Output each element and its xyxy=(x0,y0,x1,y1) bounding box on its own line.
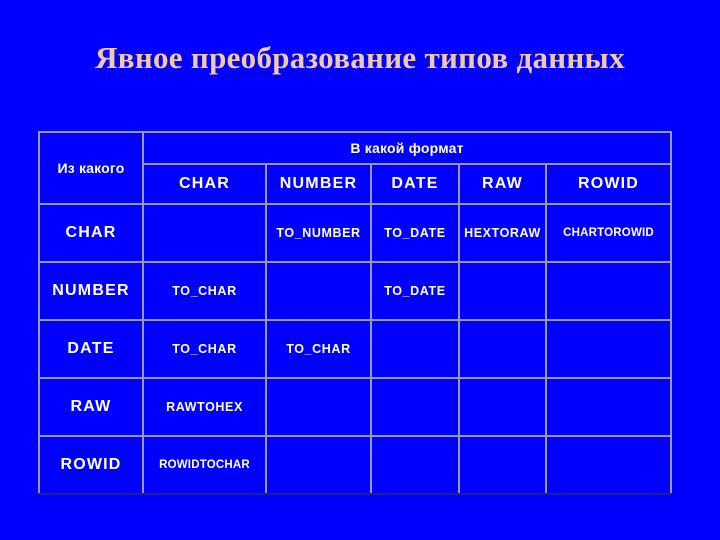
row-header-rowid: ROWID xyxy=(38,435,144,495)
row-header-date: DATE xyxy=(38,319,144,379)
cell-rowid-number xyxy=(265,435,372,495)
table-header-group-row: Из какого В какой формат xyxy=(38,131,673,205)
cell-char-raw: HEXTORAW xyxy=(458,203,547,263)
page-title: Явное преобразование типов данных xyxy=(95,40,625,75)
cell-raw-raw xyxy=(458,377,547,437)
row-header-raw: RAW xyxy=(38,377,144,437)
conversion-table: Из какого В какой формат CHAR NUMBER DAT… xyxy=(38,131,673,495)
cell-number-raw xyxy=(458,261,547,321)
cell-number-rowid xyxy=(544,261,673,321)
conversion-matrix: Из какого В какой формат CHAR NUMBER DAT… xyxy=(38,131,673,495)
cell-rowid-rowid xyxy=(544,435,673,495)
column-header-raw: RAW xyxy=(458,163,547,205)
cell-date-char: TO_CHAR xyxy=(142,319,267,379)
table-row: ROWID ROWIDTOCHAR xyxy=(38,435,673,495)
column-header-rowid: ROWID xyxy=(544,163,673,205)
table-row: RAW RAWTOHEX xyxy=(38,377,673,437)
cell-char-date: TO_DATE xyxy=(370,203,460,263)
cell-number-date: TO_DATE xyxy=(370,261,460,321)
table-row: CHAR TO_NUMBER TO_DATE HEXTORAW CHARTORO… xyxy=(38,203,673,263)
cell-date-number: TO_CHAR xyxy=(265,319,372,379)
row-header-number: NUMBER xyxy=(38,261,144,321)
cell-raw-char: RAWTOHEX xyxy=(142,377,267,437)
cell-char-char xyxy=(142,203,267,263)
row-header-char: CHAR xyxy=(38,203,144,263)
column-header-date: DATE xyxy=(370,163,460,205)
cell-char-number: TO_NUMBER xyxy=(265,203,372,263)
cell-raw-rowid xyxy=(544,377,673,437)
table-row: DATE TO_CHAR TO_CHAR xyxy=(38,319,673,379)
column-header-number: NUMBER xyxy=(265,163,372,205)
cell-rowid-raw xyxy=(458,435,547,495)
cell-date-raw xyxy=(458,319,547,379)
table-body: Из какого В какой формат CHAR NUMBER DAT… xyxy=(38,131,673,495)
column-group-header-to: В какой формат xyxy=(141,131,673,165)
slide-canvas: Явное преобразование типов данных Из как… xyxy=(0,0,720,540)
cell-raw-number xyxy=(265,377,372,437)
cell-number-char: TO_CHAR xyxy=(142,261,267,321)
cell-rowid-date xyxy=(370,435,460,495)
cell-date-date xyxy=(370,319,460,379)
corner-header-from: Из какого xyxy=(38,131,144,205)
cell-raw-date xyxy=(370,377,460,437)
cell-date-rowid xyxy=(544,319,673,379)
column-header-char: CHAR xyxy=(142,163,267,205)
cell-number-number xyxy=(265,261,372,321)
cell-rowid-char: ROWIDTOCHAR xyxy=(142,435,267,495)
table-row: NUMBER TO_CHAR TO_DATE xyxy=(38,261,673,321)
cell-char-rowid: CHARTOROWID xyxy=(544,203,673,263)
